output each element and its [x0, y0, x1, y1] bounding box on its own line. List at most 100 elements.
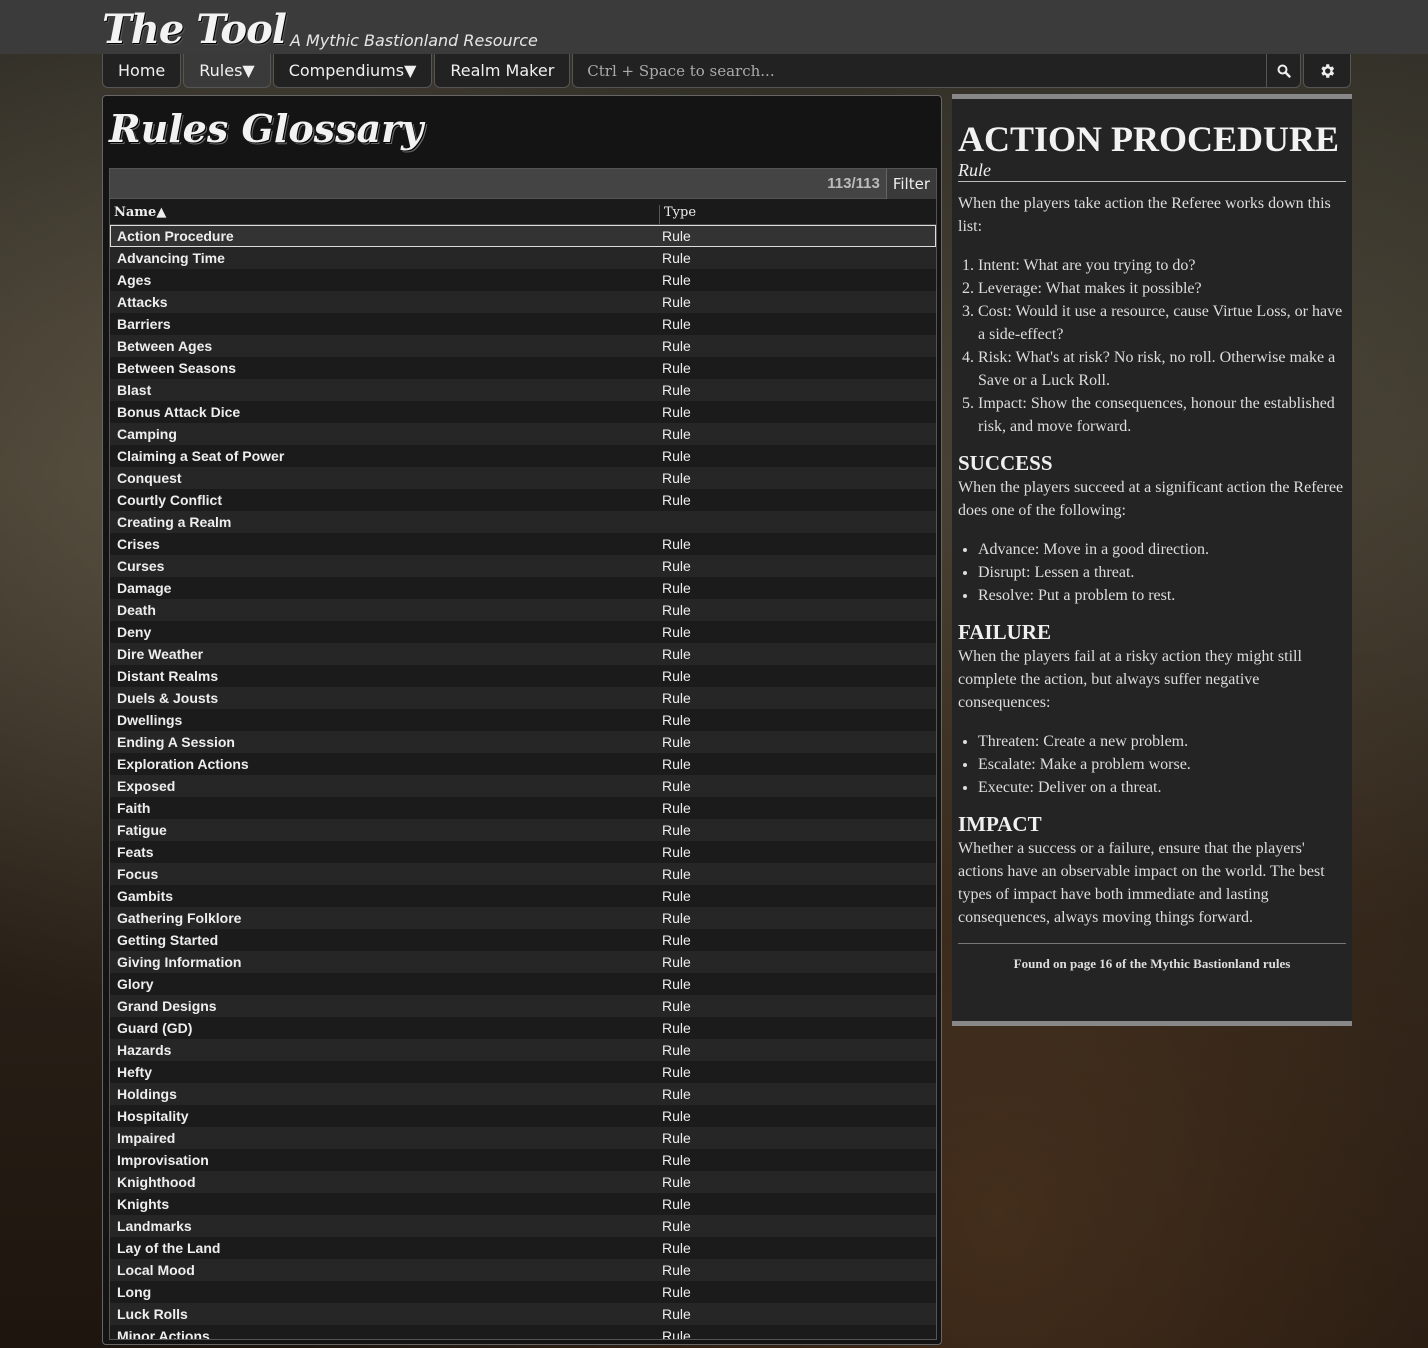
table-row[interactable]: Knights Rule: [110, 1193, 936, 1215]
table-row[interactable]: Fatigue Rule: [110, 819, 936, 841]
search-input[interactable]: [573, 54, 1266, 87]
row-name: Death: [117, 602, 156, 618]
row-type: Rule: [662, 668, 691, 684]
row-name: Between Ages: [117, 338, 213, 354]
table-row[interactable]: Getting Started Rule: [110, 929, 936, 951]
table-row[interactable]: Bonus Attack Dice Rule: [110, 401, 936, 423]
table-row[interactable]: Exposed Rule: [110, 775, 936, 797]
table-row[interactable]: Action Procedure Rule: [110, 225, 936, 247]
row-type: Rule: [662, 558, 691, 574]
table-row[interactable]: Dwellings Rule: [110, 709, 936, 731]
row-name: Exploration Actions: [117, 756, 249, 772]
row-type: Rule: [662, 1130, 691, 1146]
settings-button[interactable]: [1303, 54, 1351, 88]
nav-compendiums-dropdown[interactable]: Compendiums▼: [272, 54, 433, 88]
table-row[interactable]: Focus Rule: [110, 863, 936, 885]
table-row[interactable]: Gathering Folklore Rule: [110, 907, 936, 929]
table-row[interactable]: Courtly Conflict Rule: [110, 489, 936, 511]
row-type: Rule: [662, 1284, 691, 1300]
table-row[interactable]: Feats Rule: [110, 841, 936, 863]
table-row[interactable]: Damage Rule: [110, 577, 936, 599]
row-name: Gambits: [117, 888, 174, 904]
row-type: Rule: [662, 272, 691, 288]
table-row[interactable]: Hefty Rule: [110, 1061, 936, 1083]
table-row[interactable]: Creating a Realm: [110, 511, 936, 533]
row-name: Deny: [117, 624, 152, 640]
nav-rules-dropdown[interactable]: Rules▼: [183, 54, 271, 88]
row-name: Knighthood: [117, 1174, 196, 1190]
row-type: Rule: [662, 1306, 691, 1322]
table-row[interactable]: Duels & Jousts Rule: [110, 687, 936, 709]
row-type: Rule: [662, 250, 691, 266]
table-row[interactable]: Knighthood Rule: [110, 1171, 936, 1193]
table-row[interactable]: Distant Realms Rule: [110, 665, 936, 687]
row-type: Rule: [662, 426, 691, 442]
table-row[interactable]: Lay of the Land Rule: [110, 1237, 936, 1259]
table-row[interactable]: Blast Rule: [110, 379, 936, 401]
table-row[interactable]: Gambits Rule: [110, 885, 936, 907]
brand[interactable]: The Tool A Mythic Bastionland Resource: [102, 4, 538, 52]
table-row[interactable]: Advancing Time Rule: [110, 247, 936, 269]
row-type: Rule: [662, 1108, 691, 1124]
table-row[interactable]: Luck Rolls Rule: [110, 1303, 936, 1325]
row-name: Holdings: [117, 1086, 177, 1102]
column-header-type[interactable]: Type: [660, 205, 936, 224]
table-row[interactable]: Long Rule: [110, 1281, 936, 1303]
table-row[interactable]: Crises Rule: [110, 533, 936, 555]
failure-list: Threaten: Create a new problem.Escalate:…: [978, 730, 1346, 799]
table-row[interactable]: Camping Rule: [110, 423, 936, 445]
row-type: Rule: [662, 800, 691, 816]
main-nav: Home Rules▼ Compendiums▼ Realm Maker: [102, 54, 1351, 88]
table-row[interactable]: Ending A Session Rule: [110, 731, 936, 753]
row-name: Grand Designs: [117, 998, 217, 1014]
table-row[interactable]: Attacks Rule: [110, 291, 936, 313]
table-row[interactable]: Guard (GD) Rule: [110, 1017, 936, 1039]
row-name: Exposed: [117, 778, 176, 794]
detail-intro: When the players take action the Referee…: [958, 195, 1331, 235]
nav-realm-maker[interactable]: Realm Maker: [434, 54, 571, 88]
column-header-name[interactable]: Name▲: [110, 205, 660, 224]
table-row[interactable]: Grand Designs Rule: [110, 995, 936, 1017]
table-row[interactable]: Minor Actions Rule: [110, 1325, 936, 1339]
row-type: Rule: [662, 954, 691, 970]
row-name: Bonus Attack Dice: [117, 404, 241, 420]
search-button[interactable]: [1266, 54, 1300, 87]
table-row[interactable]: Glory Rule: [110, 973, 936, 995]
row-type: Rule: [662, 1086, 691, 1102]
row-name: Glory: [117, 976, 154, 992]
success-text: When the players succeed at a significan…: [958, 479, 1344, 519]
row-type: Rule: [662, 866, 691, 882]
table-row[interactable]: Improvisation Rule: [110, 1149, 936, 1171]
table-row[interactable]: Exploration Actions Rule: [110, 753, 936, 775]
nav-home[interactable]: Home: [102, 54, 182, 88]
table-row[interactable]: Death Rule: [110, 599, 936, 621]
table-row[interactable]: Between Seasons Rule: [110, 357, 936, 379]
table-row[interactable]: Curses Rule: [110, 555, 936, 577]
table-row[interactable]: Faith Rule: [110, 797, 936, 819]
table-row[interactable]: Hazards Rule: [110, 1039, 936, 1061]
search-box: [572, 54, 1301, 88]
table-row[interactable]: Giving Information Rule: [110, 951, 936, 973]
table-row[interactable]: Between Ages Rule: [110, 335, 936, 357]
row-type: Rule: [662, 404, 691, 420]
table-row[interactable]: Barriers Rule: [110, 313, 936, 335]
row-type: Rule: [662, 338, 691, 354]
table-row[interactable]: Ages Rule: [110, 269, 936, 291]
table-row[interactable]: Dire Weather Rule: [110, 643, 936, 665]
table-row[interactable]: Conquest Rule: [110, 467, 936, 489]
table-row[interactable]: Impaired Rule: [110, 1127, 936, 1149]
table-row[interactable]: Deny Rule: [110, 621, 936, 643]
table-row[interactable]: Landmarks Rule: [110, 1215, 936, 1237]
table-row[interactable]: Claiming a Seat of Power Rule: [110, 445, 936, 467]
table-row[interactable]: Holdings Rule: [110, 1083, 936, 1105]
row-name: Advancing Time: [117, 250, 225, 266]
table-row[interactable]: Local Mood Rule: [110, 1259, 936, 1281]
table-row[interactable]: Hospitality Rule: [110, 1105, 936, 1127]
brand-logo[interactable]: The Tool: [102, 8, 287, 52]
row-name: Action Procedure: [117, 228, 234, 244]
gear-icon: [1321, 63, 1335, 78]
search-icon: [1277, 64, 1291, 78]
row-name: Getting Started: [117, 932, 219, 948]
filter-button[interactable]: Filter: [885, 169, 936, 199]
detail-subtitle: Rule: [958, 159, 1346, 182]
